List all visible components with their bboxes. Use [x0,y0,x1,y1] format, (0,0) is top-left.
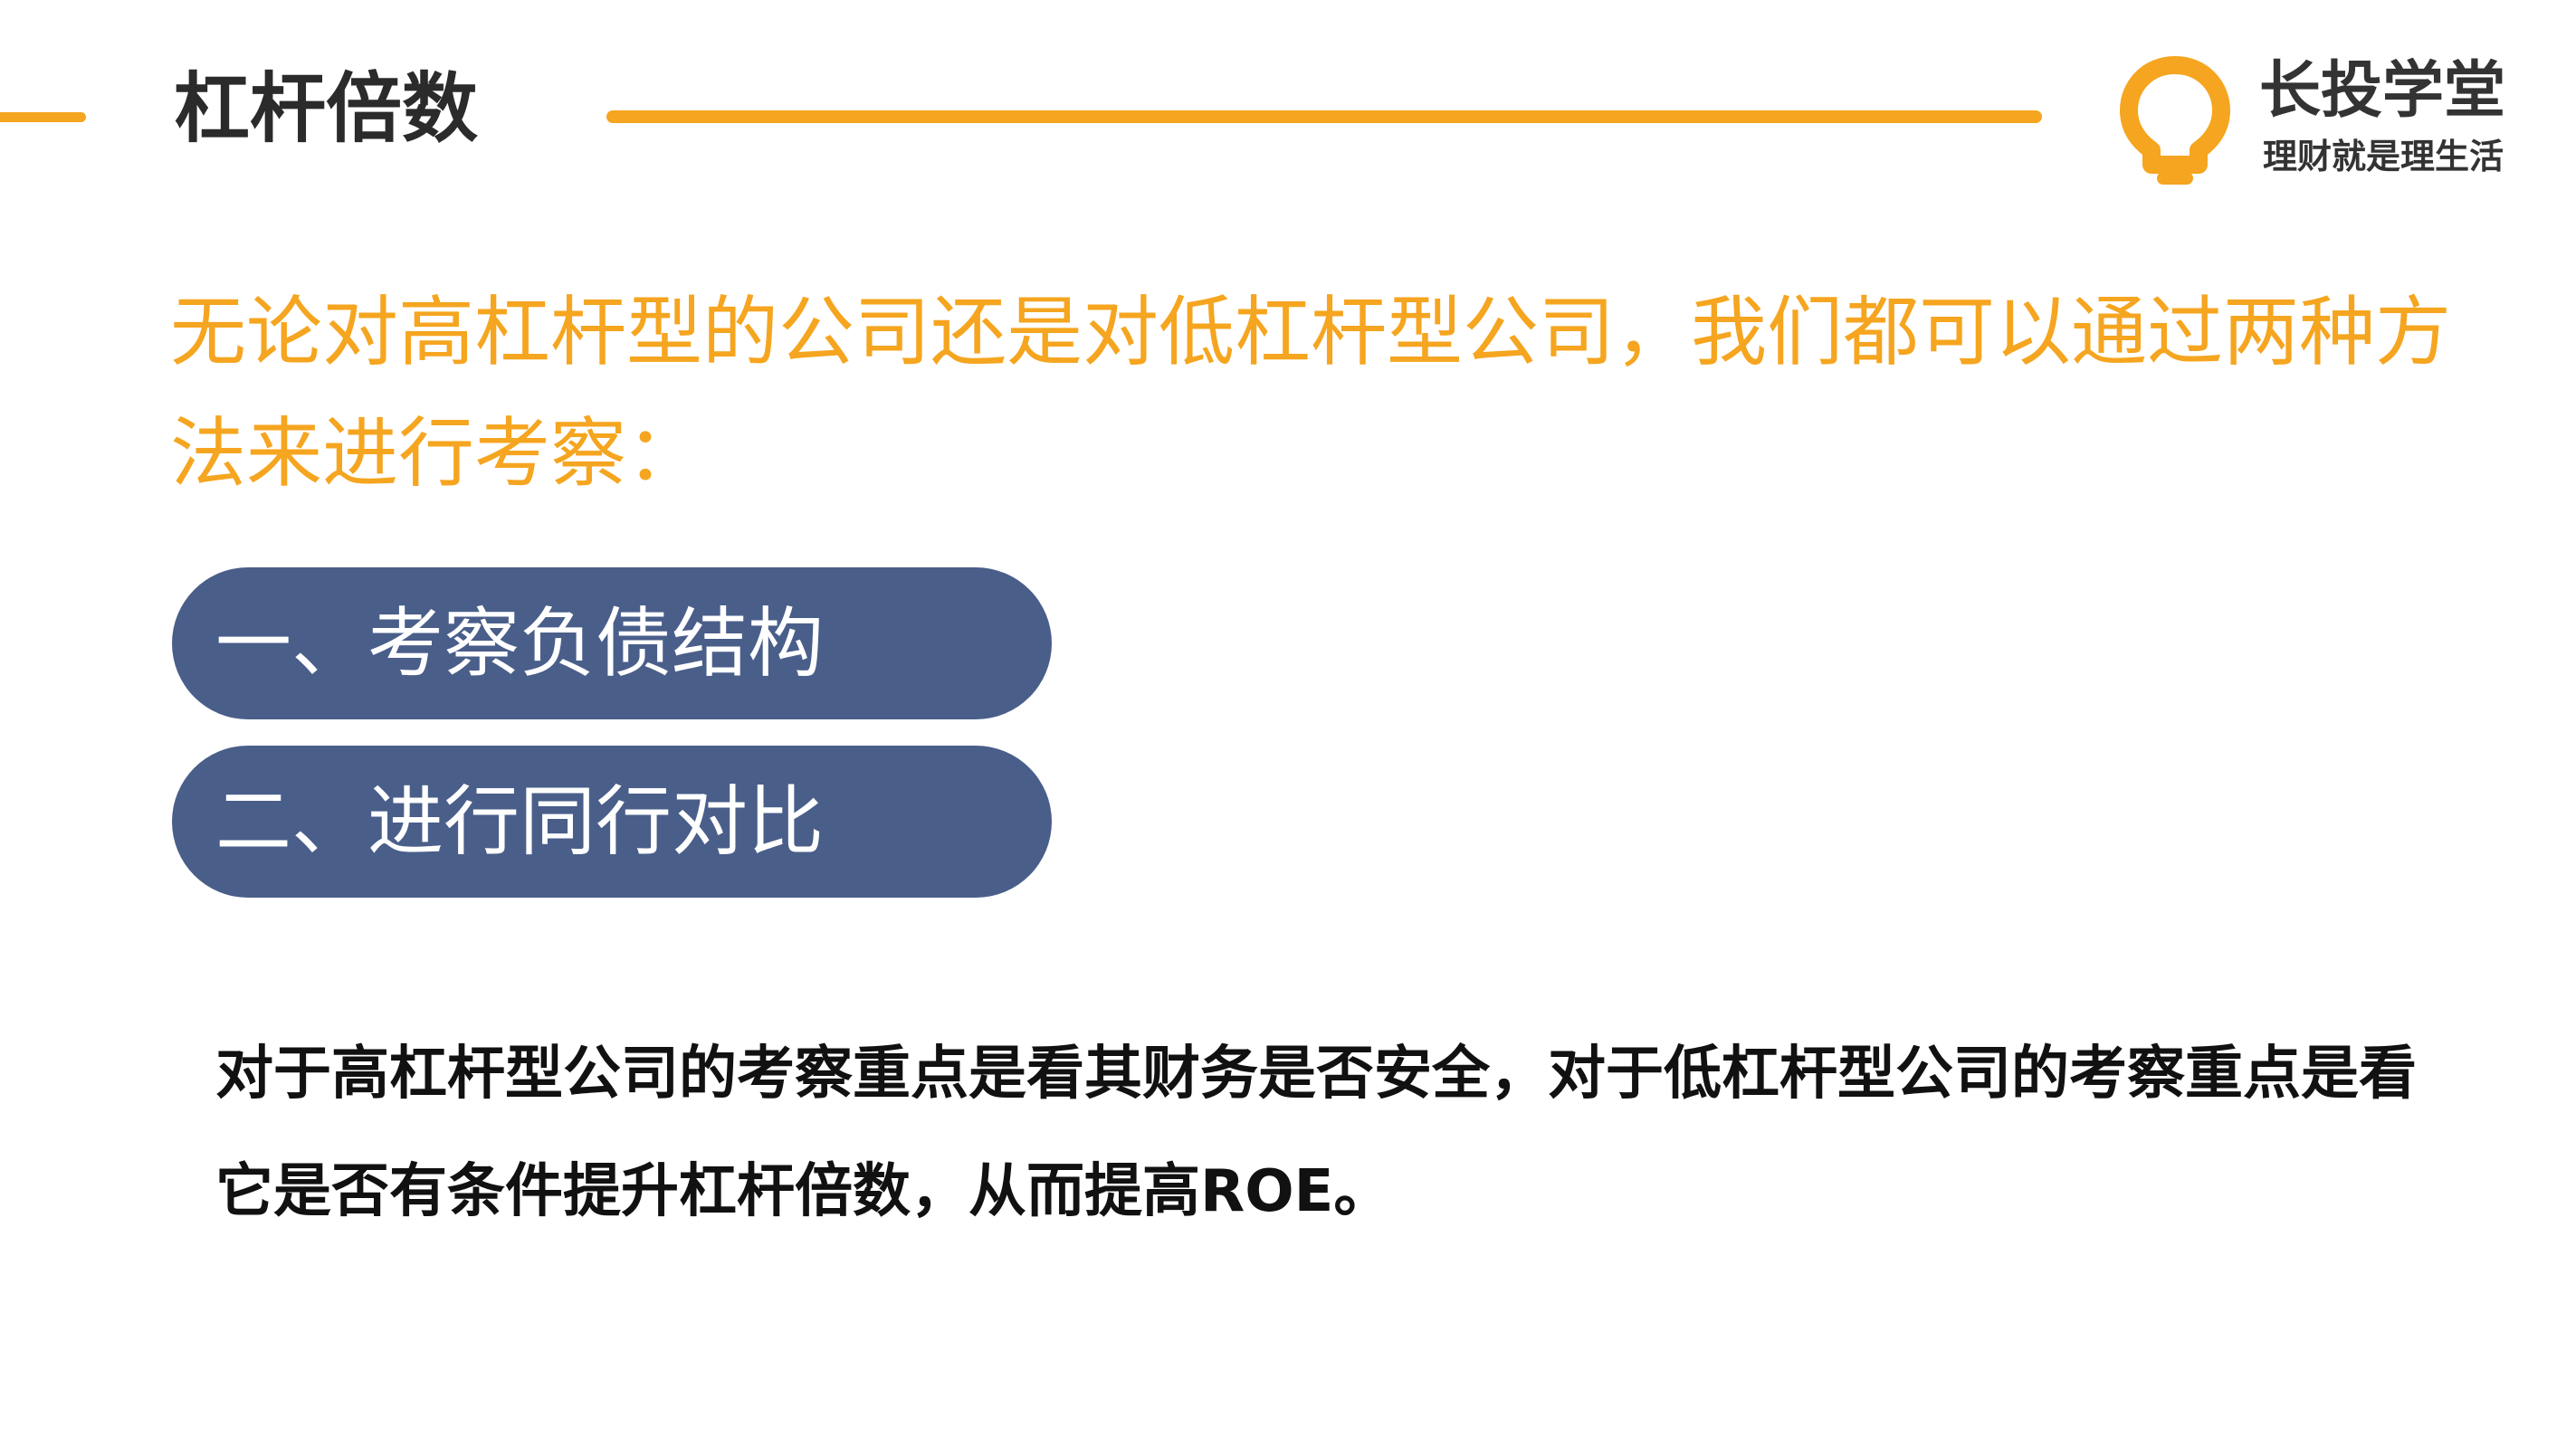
header-divider [606,110,2042,123]
lightbulb-icon [2120,56,2230,185]
brand-name: 长投学堂 [2259,55,2506,127]
brand-logo-block: 长投学堂 理财就是理生活 [2118,47,2534,192]
method-pill-peer-comparison: 二、进行同行对比 [172,746,1052,898]
page-title: 杠杆倍数 [174,64,479,153]
conclusion-text: 对于高杠杆型公司的考察重点是看其财务是否安全，对于低杠杆型公司的考察重点是看它是… [215,1041,2417,1225]
method-pill-debt-structure: 一、考察负债结构 [172,567,1052,719]
intro-text: 无论对高杠杆型的公司还是对低杠杆型公司，我们都可以通过两种方法来进行考察： [170,288,2452,498]
header-left-rule [0,112,86,122]
method-list: 一、考察负债结构 二、进行同行对比 [172,567,1052,924]
brand-slogan: 理财就是理生活 [2263,137,2504,176]
